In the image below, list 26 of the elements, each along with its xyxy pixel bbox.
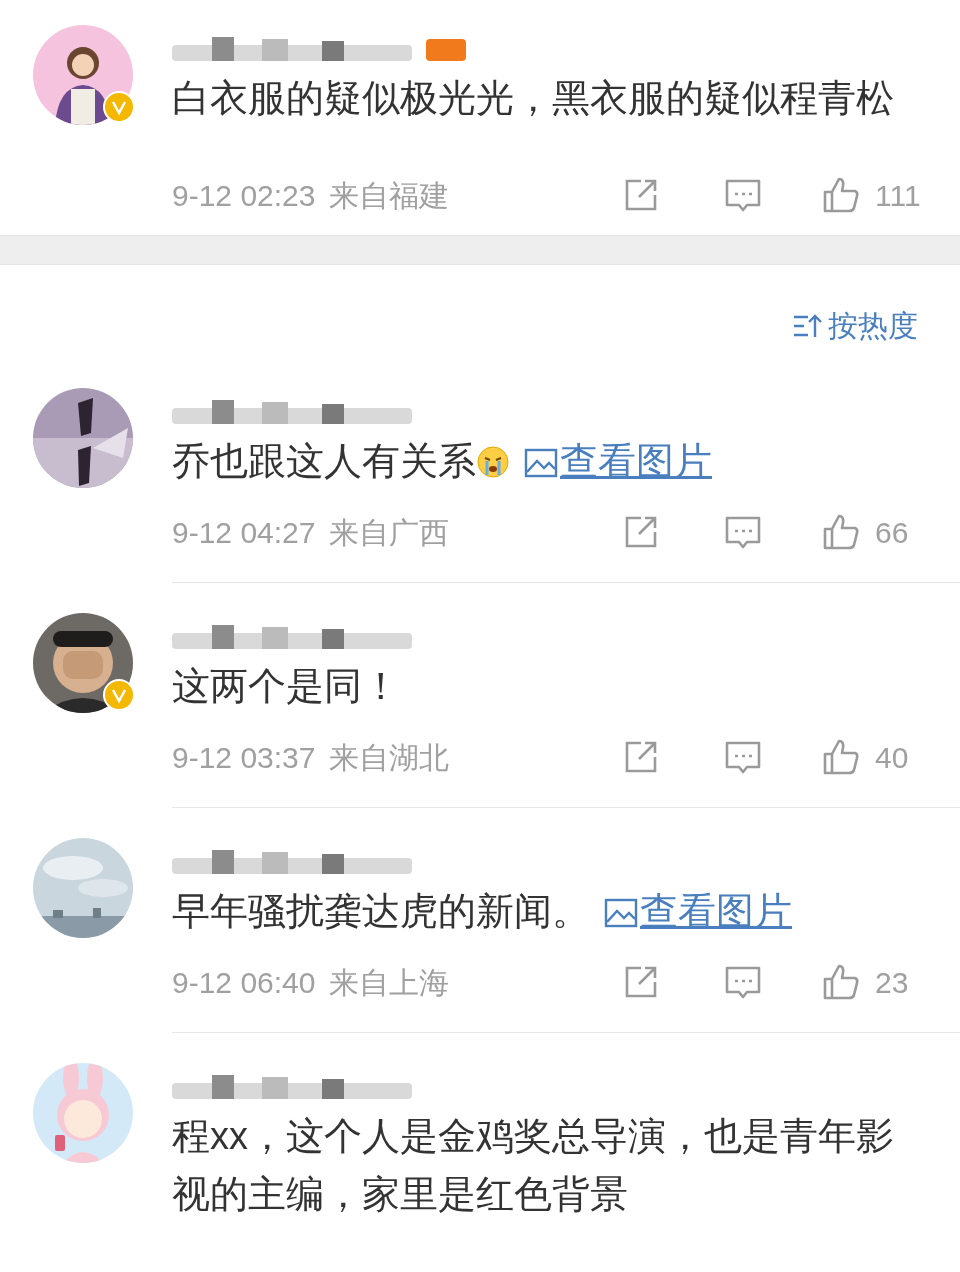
view-image-link[interactable]: 查看图片 (560, 440, 712, 482)
comment-text: 白衣服的疑似极光光，黑衣服的疑似程青松 (172, 76, 895, 121)
comment-text: 乔也跟这人有关系 查看图片 (172, 439, 713, 484)
like-icon[interactable] (821, 175, 861, 215)
view-image-link[interactable]: 查看图片 (640, 890, 792, 932)
post-location: 来自上海 (329, 964, 450, 1001)
like-count: 23 (875, 964, 910, 1001)
like-count: 111 (875, 177, 922, 214)
image-icon[interactable] (524, 448, 558, 478)
like-count: 66 (875, 514, 910, 551)
post-location: 来自福建 (329, 177, 450, 214)
like-icon[interactable] (821, 962, 861, 1002)
comment-text: 这两个是同！ (172, 664, 401, 709)
like-icon[interactable] (821, 512, 861, 552)
comment-text: 早年骚扰龚达虎的新闻。 查看图片 (172, 889, 793, 934)
post-time: 9-12 06:40 (172, 964, 316, 1001)
post-location: 来自湖北 (329, 739, 450, 776)
like-count: 40 (875, 739, 910, 776)
like-icon[interactable] (821, 737, 861, 777)
post-time: 9-12 04:27 (172, 514, 316, 551)
post-time: 9-12 03:37 (172, 739, 316, 776)
image-icon[interactable] (604, 898, 638, 928)
sort-button[interactable]: 按热度 (792, 303, 918, 348)
post-time: 9-12 02:23 (172, 177, 316, 214)
post-location: 来自广西 (329, 514, 450, 551)
comment-text: 程xx，这个人是金鸡奖总导演，也是青年影视的主编，家里是红色背景 (172, 1114, 895, 1217)
